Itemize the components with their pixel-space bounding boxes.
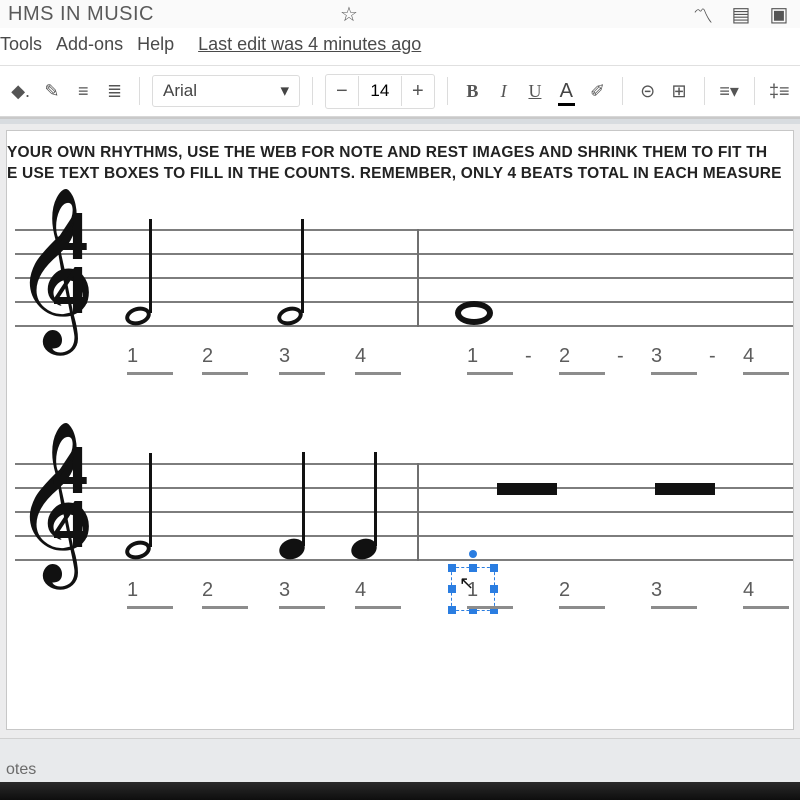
count-label[interactable]: 2 bbox=[559, 579, 570, 601]
bold-button[interactable]: B bbox=[460, 74, 485, 108]
half-rest[interactable] bbox=[655, 483, 715, 495]
menu-help[interactable]: Help bbox=[137, 34, 174, 55]
whole-note[interactable] bbox=[455, 301, 493, 325]
font-name: Arial bbox=[163, 81, 197, 101]
star-icon[interactable]: ☆ bbox=[336, 1, 362, 27]
counts-row-1: 1 2 3 4 1 - 2 - 3 - 4 bbox=[7, 345, 793, 385]
comment-icon[interactable]: ▤ bbox=[728, 1, 754, 27]
slide[interactable]: YOUR OWN RHYTHMS, USE THE WEB FOR NOTE A… bbox=[6, 130, 794, 730]
half-note[interactable] bbox=[125, 541, 151, 559]
titlebar: HMS IN MUSIC ☆ 〽 ▤ ▣ bbox=[0, 0, 800, 28]
count-label[interactable]: 3 bbox=[279, 345, 290, 367]
count-dash: - bbox=[525, 345, 532, 368]
count-label[interactable]: 2 bbox=[559, 345, 570, 367]
line-weight-icon[interactable]: ≡ bbox=[71, 74, 96, 108]
menu-addons[interactable]: Add-ons bbox=[56, 34, 123, 55]
barline bbox=[417, 229, 419, 327]
speaker-notes-label[interactable]: otes bbox=[6, 761, 36, 779]
instructions: YOUR OWN RHYTHMS, USE THE WEB FOR NOTE A… bbox=[7, 131, 793, 193]
font-picker[interactable]: Arial ▾ bbox=[152, 75, 300, 107]
half-note[interactable] bbox=[277, 307, 303, 325]
highlight-icon[interactable]: ✐ bbox=[585, 74, 610, 108]
count-label[interactable]: 1 bbox=[467, 579, 478, 601]
link-icon[interactable]: ⊝ bbox=[635, 74, 660, 108]
staff-row-2: 𝄞 4 4 1 bbox=[7, 441, 793, 641]
resize-handle[interactable] bbox=[448, 606, 456, 614]
counts-row-2: 1 2 3 4 ↖ 1 2 3 bbox=[7, 579, 793, 619]
underline-button[interactable]: U bbox=[522, 74, 547, 108]
rotate-handle[interactable] bbox=[469, 550, 477, 558]
menubar: Tools Add-ons Help Last edit was 4 minut… bbox=[0, 28, 800, 65]
count-dash: - bbox=[709, 345, 716, 368]
font-size-input[interactable]: 14 bbox=[358, 76, 402, 106]
line-dash-icon[interactable]: ≣ bbox=[102, 74, 127, 108]
separator bbox=[754, 77, 755, 105]
quarter-note[interactable] bbox=[351, 539, 377, 559]
half-note[interactable] bbox=[125, 307, 151, 325]
font-size-group: − 14 + bbox=[325, 74, 435, 109]
toolbar: ◆. ✎ ≡ ≣ Arial ▾ − 14 + B I U A ✐ ⊝ ⊞ ≡▾… bbox=[0, 65, 800, 117]
separator bbox=[139, 77, 140, 105]
count-label[interactable]: 3 bbox=[651, 579, 662, 601]
resize-handle[interactable] bbox=[469, 564, 477, 572]
edit-status[interactable]: Last edit was 4 minutes ago bbox=[198, 34, 421, 55]
italic-button[interactable]: I bbox=[491, 74, 516, 108]
staff-row-1: 𝄞 4 4 1 2 3 4 bbox=[7, 207, 793, 407]
screen-bezel bbox=[0, 782, 800, 800]
count-dash: - bbox=[617, 345, 624, 368]
count-label[interactable]: 4 bbox=[743, 579, 754, 601]
pencil-icon[interactable]: ✎ bbox=[39, 74, 64, 108]
count-label[interactable]: 1 bbox=[467, 345, 478, 367]
doc-title[interactable]: HMS IN MUSIC bbox=[8, 3, 324, 26]
resize-handle[interactable] bbox=[448, 585, 456, 593]
separator bbox=[704, 77, 705, 105]
resize-handle[interactable] bbox=[448, 564, 456, 572]
count-label[interactable]: 4 bbox=[355, 579, 366, 601]
half-rest[interactable] bbox=[497, 483, 557, 495]
font-size-decrease[interactable]: − bbox=[326, 75, 358, 108]
font-size-increase[interactable]: + bbox=[402, 75, 434, 108]
present-icon[interactable]: ▣ bbox=[766, 1, 792, 27]
count-label[interactable]: 1 bbox=[127, 345, 138, 367]
time-sig-bottom: 4 bbox=[53, 264, 88, 319]
time-signature: 4 4 bbox=[53, 210, 88, 319]
count-label[interactable]: 2 bbox=[202, 345, 213, 367]
menu-tools[interactable]: Tools bbox=[0, 34, 42, 55]
add-comment-icon[interactable]: ⊞ bbox=[666, 74, 691, 108]
count-label[interactable]: 4 bbox=[743, 345, 754, 367]
trend-icon[interactable]: 〽 bbox=[690, 1, 716, 27]
resize-handle[interactable] bbox=[490, 564, 498, 572]
count-label[interactable]: 3 bbox=[279, 579, 290, 601]
canvas[interactable]: YOUR OWN RHYTHMS, USE THE WEB FOR NOTE A… bbox=[0, 124, 800, 738]
time-sig-bottom: 4 bbox=[53, 498, 88, 553]
instruction-line-2: E USE TEXT BOXES TO FILL IN THE COUNTS. … bbox=[7, 165, 782, 182]
quarter-note[interactable] bbox=[279, 539, 305, 559]
time-signature: 4 4 bbox=[53, 444, 88, 553]
barline bbox=[417, 463, 419, 561]
count-label[interactable]: 1 bbox=[127, 579, 138, 601]
separator bbox=[447, 77, 448, 105]
separator bbox=[622, 77, 623, 105]
paint-bucket-icon[interactable]: ◆. bbox=[8, 74, 33, 108]
text-color-button[interactable]: A bbox=[560, 80, 573, 103]
count-label[interactable]: 2 bbox=[202, 579, 213, 601]
count-label[interactable]: 3 bbox=[651, 345, 662, 367]
align-icon[interactable]: ≡▾ bbox=[716, 74, 741, 108]
line-spacing-icon[interactable]: ‡≡ bbox=[767, 74, 792, 108]
instruction-line-1: YOUR OWN RHYTHMS, USE THE WEB FOR NOTE A… bbox=[7, 144, 767, 161]
separator bbox=[312, 77, 313, 105]
count-label[interactable]: 4 bbox=[355, 345, 366, 367]
chevron-down-icon: ▾ bbox=[280, 81, 289, 101]
